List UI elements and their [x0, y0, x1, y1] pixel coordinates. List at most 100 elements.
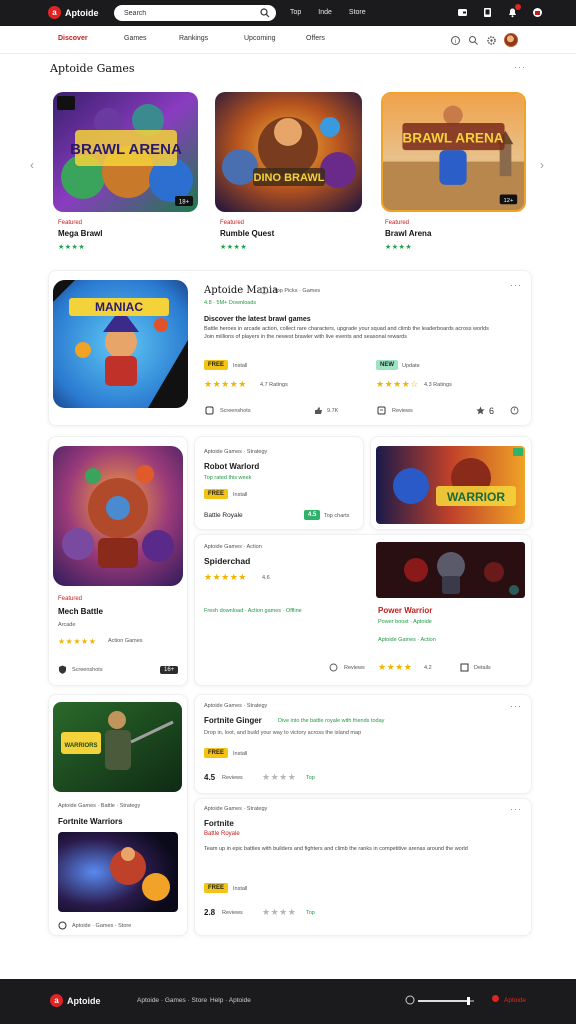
- hero-right-update-label[interactable]: Update: [402, 363, 420, 369]
- carousel-prev-arrow[interactable]: ‹: [30, 158, 34, 172]
- footer-logo[interactable]: a Aptoide: [50, 994, 101, 1007]
- hero-right-price-tag[interactable]: NEW: [376, 360, 398, 370]
- featured-1-thumbnail[interactable]: BRAWL ARENA 18+: [53, 92, 198, 212]
- featured-2-art-title: DINO BRAWL: [254, 172, 325, 184]
- featured-1-title[interactable]: Mega Brawl: [58, 229, 102, 238]
- hero-more-button[interactable]: ···: [510, 280, 522, 290]
- row2-left-rating-text: Action Games: [108, 638, 143, 644]
- hero-left-install-label[interactable]: Install: [233, 363, 247, 369]
- featured-1-badge: 18+: [179, 200, 190, 206]
- footer-link-help[interactable]: Help · Aptoide: [210, 997, 251, 1004]
- search-icon[interactable]: [260, 8, 270, 18]
- document-icon[interactable]: [460, 663, 469, 672]
- like-icon[interactable]: [314, 406, 323, 415]
- search-input[interactable]: [124, 9, 260, 17]
- row3-left-title[interactable]: Fortnite Warriors: [58, 817, 123, 826]
- featured-3-title[interactable]: Brawl Arena: [385, 229, 431, 238]
- row3-left-meta: Aptoide Games · Battle · Strategy: [58, 803, 141, 809]
- gift-icon[interactable]: [531, 6, 544, 19]
- device-icon[interactable]: [481, 6, 494, 19]
- featured-3-thumbnail[interactable]: BRAWL ARENA 12+: [381, 92, 526, 212]
- top-bar: a Aptoide Top Inde Store: [0, 0, 576, 26]
- row2-panel-b-stars: ★★★★★: [204, 572, 247, 582]
- volume-slider[interactable]: [418, 997, 474, 1005]
- volume-icon[interactable]: [405, 995, 415, 1005]
- volume-slider-fill: [418, 1000, 469, 1002]
- row2-panel-c-title[interactable]: Power Warrior: [378, 606, 432, 615]
- wallet-icon[interactable]: [456, 6, 469, 19]
- clock-icon[interactable]: [329, 663, 338, 672]
- top-link-indie[interactable]: Inde: [318, 9, 332, 16]
- globe-icon[interactable]: [58, 921, 67, 930]
- top-link-store[interactable]: Store: [349, 9, 366, 16]
- row3-panel-a-right[interactable]: Top: [306, 775, 315, 781]
- row3-panel-a-rating-label[interactable]: Reviews: [222, 775, 243, 781]
- row3-panel-b-rating-label[interactable]: Reviews: [222, 910, 243, 916]
- hero-right-rating: 4.3 Ratings: [424, 382, 452, 388]
- hero-right-bottom-label[interactable]: Reviews: [392, 408, 413, 414]
- hero-right-count: 6: [489, 406, 495, 416]
- row2-panel-c-link-reviews[interactable]: Reviews: [344, 665, 365, 671]
- tab-upcoming[interactable]: Upcoming: [244, 35, 276, 42]
- row2-left-title[interactable]: Mech Battle: [58, 607, 103, 616]
- shield-icon[interactable]: [58, 665, 67, 674]
- volume-slider-knob[interactable]: [466, 997, 470, 1005]
- bell-icon[interactable]: [506, 4, 521, 19]
- row3-panel-a-more-button[interactable]: ···: [510, 701, 522, 711]
- row3-panel-a-install-label[interactable]: Install: [233, 751, 247, 757]
- row3-panel-b-more-button[interactable]: ···: [510, 804, 522, 814]
- hero-desc-line-2: Join millions of players in the newest b…: [204, 334, 407, 340]
- row3-left-screenshot[interactable]: [58, 832, 178, 912]
- row3-panel-a-desc: Drop in, loot, and build your way to vic…: [204, 730, 362, 736]
- logo[interactable]: a Aptoide: [48, 6, 99, 19]
- row2-art-thumbnail[interactable]: WARRIOR: [376, 446, 525, 524]
- row3-panel-b-title[interactable]: Fortnite: [204, 819, 234, 828]
- row3-panel-b-desc: Team up in epic battles with builders an…: [204, 846, 468, 852]
- tab-offers[interactable]: Offers: [306, 35, 325, 42]
- tab-discover[interactable]: Discover: [58, 35, 88, 42]
- search-icon[interactable]: [468, 35, 479, 46]
- row2-left-bottom-label[interactable]: Screenshots: [72, 667, 103, 673]
- review-icon[interactable]: [377, 406, 386, 415]
- row3-panel-a-title[interactable]: Fortnite Ginger: [204, 716, 262, 725]
- footer-link-store[interactable]: Aptoide · Games · Store: [137, 997, 207, 1004]
- top-link-top[interactable]: Top: [290, 9, 301, 16]
- hero-left-bottom-label[interactable]: Screenshots: [220, 408, 251, 414]
- carousel-next-arrow[interactable]: ›: [540, 158, 544, 172]
- section-more-button[interactable]: ···: [514, 62, 526, 72]
- row2-panel-a-price-tag[interactable]: FREE: [204, 489, 229, 499]
- row2-panel-a-install-label[interactable]: Install: [233, 492, 247, 498]
- row2-panel-a-title[interactable]: Robot Warlord: [204, 462, 259, 471]
- row2-panel-c-link-details[interactable]: Details: [474, 665, 491, 671]
- screenshot-icon[interactable]: [205, 406, 214, 415]
- clock-icon[interactable]: [510, 406, 519, 415]
- hero-meta: Top Picks · Games: [274, 288, 321, 294]
- info-icon[interactable]: [260, 286, 269, 295]
- row3-panel-b-install-label[interactable]: Install: [233, 886, 247, 892]
- row3-panel-b-price-tag[interactable]: FREE: [204, 883, 229, 893]
- row3-left-thumbnail[interactable]: WARRIORS: [53, 702, 182, 792]
- row3-left-bottom-label[interactable]: Aptoide · Games · Store: [72, 923, 131, 929]
- row2-panel-c-green-line-2: Aptoide Games · Action: [378, 637, 436, 643]
- row2-panel-b-title[interactable]: Spiderchad: [204, 556, 250, 566]
- row3-panel-a-price-tag[interactable]: FREE: [204, 748, 229, 758]
- row2-left-thumbnail[interactable]: [53, 446, 183, 586]
- row3-panel-b-meta: Aptoide Games · Strategy: [204, 806, 268, 812]
- search-bar[interactable]: [114, 5, 276, 21]
- featured-1-category: Featured: [58, 220, 83, 226]
- hero-left-price-tag[interactable]: FREE: [204, 360, 229, 370]
- help-icon[interactable]: i: [450, 35, 461, 46]
- featured-2-thumbnail[interactable]: DINO BRAWL: [215, 92, 362, 212]
- tab-rankings[interactable]: Rankings: [179, 35, 208, 42]
- notification-dot: [515, 4, 521, 10]
- tab-games[interactable]: Games: [124, 35, 147, 42]
- footer-right-label[interactable]: Aptoide: [504, 997, 526, 1004]
- star-icon[interactable]: [476, 406, 485, 415]
- avatar[interactable]: [504, 33, 518, 47]
- featured-2-title[interactable]: Rumble Quest: [220, 229, 274, 238]
- row2-panel-c-thumbnail[interactable]: [376, 542, 525, 598]
- row2-panel-a-footer-right[interactable]: Top charts: [324, 513, 349, 519]
- hero-thumbnail[interactable]: MANIAC: [53, 280, 188, 408]
- settings-icon[interactable]: [486, 35, 497, 46]
- row3-panel-b-right[interactable]: Top: [306, 910, 315, 916]
